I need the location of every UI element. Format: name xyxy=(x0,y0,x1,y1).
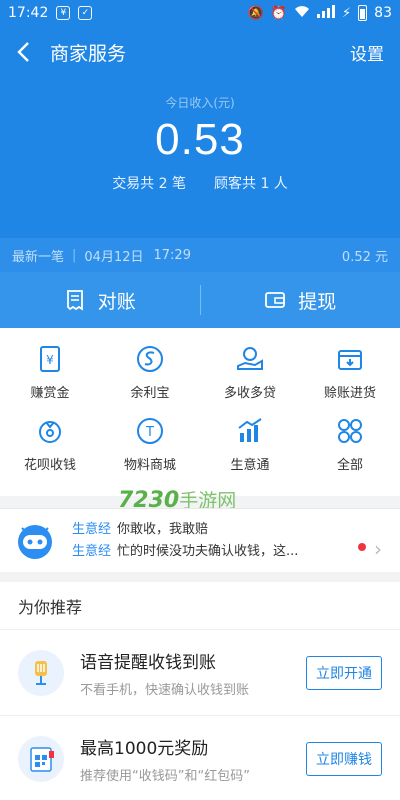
signal-icon xyxy=(317,4,336,22)
recommend-title: 最高1000元奖励 xyxy=(80,739,209,759)
recommend-header: 为你推荐 xyxy=(0,582,400,630)
huabei-icon xyxy=(39,421,61,443)
shield-icon: ¥ xyxy=(56,6,71,20)
customer-count: 顾客共 1 人 xyxy=(214,176,288,192)
service-label: 物料商城 xyxy=(123,458,176,473)
recommend-subtitle: 推荐使用“收钱码”和“红包码” xyxy=(80,769,250,784)
chevron-right-icon: › xyxy=(374,537,382,561)
svg-text:T: T xyxy=(145,425,154,440)
chevron-left-icon xyxy=(17,42,29,62)
service-label: 花呗收钱 xyxy=(23,458,76,473)
all-grid-icon xyxy=(338,419,362,443)
divider: | xyxy=(72,247,77,263)
reconcile-button[interactable]: 对账 xyxy=(0,272,200,328)
earn-now-button[interactable]: 立即赚钱 xyxy=(306,742,382,776)
recommend-item-voice[interactable]: 语音提醒收钱到账 不看手机，快速确认收钱到账 立即开通 xyxy=(0,630,400,716)
loan-icon xyxy=(237,347,263,370)
material-store-icon: T xyxy=(137,418,163,444)
battery-level: 83 xyxy=(374,5,392,21)
svg-text:¥: ¥ xyxy=(46,353,54,367)
service-material-store[interactable]: T 物料商城 xyxy=(100,416,200,488)
withdraw-button[interactable]: 提现 xyxy=(201,272,400,328)
qr-code-icon xyxy=(18,736,64,782)
service-credit-stock[interactable]: 赊账进货 xyxy=(300,344,400,416)
latest-transaction[interactable]: 最新一笔 | 04月12日 17:29 0.52 元 xyxy=(0,238,400,272)
reward-icon: ¥ xyxy=(40,346,60,372)
news-text: 忙的时候没功夫确认收钱，这... xyxy=(117,543,299,559)
latest-date: 04月12日 xyxy=(84,249,144,265)
mute-icon: 🔕 xyxy=(247,5,264,21)
latest-label: 最新一笔 xyxy=(12,249,65,265)
page-title: 商家服务 xyxy=(50,42,127,65)
news-strip[interactable]: 生意经 你敢收，我敢赔 生意经 忙的时候没功夫确认收钱，这... › xyxy=(0,508,400,572)
credit-stock-icon xyxy=(338,350,362,370)
recommend-text: 语音提醒收钱到账 不看手机，快速确认收钱到账 xyxy=(80,648,306,698)
action-bar: 对账 提现 xyxy=(0,272,400,328)
enable-now-button[interactable]: 立即开通 xyxy=(306,655,382,690)
news-tag: 生意经 xyxy=(72,543,112,559)
service-label: 全部 xyxy=(336,458,363,473)
news-item[interactable]: 生意经 忙的时候没功夫确认收钱，这... xyxy=(72,541,298,563)
business-chart-icon xyxy=(238,418,262,442)
service-label: 余利宝 xyxy=(130,386,170,401)
transaction-count: 交易共 2 笔 xyxy=(112,176,186,192)
service-label: 生意通 xyxy=(230,458,270,473)
merchant-header: 商家服务 设置 今日收入(元) 0.53 交易共 2 笔 顾客共 1 人 最新一… xyxy=(0,26,400,328)
news-item[interactable]: 生意经 你敢收，我敢赔 xyxy=(72,519,298,541)
service-huabei[interactable]: 花呗收钱 xyxy=(0,416,100,488)
service-reward[interactable]: ¥ 赚赏金 xyxy=(0,344,100,416)
recommend-item-reward[interactable]: 最高1000元奖励 推荐使用“收钱码”和“红包码” 立即赚钱 xyxy=(0,716,400,800)
income-label: 今日收入(元) xyxy=(165,96,235,110)
news-text: 你敢收，我敢赔 xyxy=(117,521,209,537)
wifi-icon xyxy=(294,5,310,22)
charging-icon: ⚡ xyxy=(342,5,352,21)
alarm-icon: ⏰ xyxy=(270,5,288,21)
service-all[interactable]: 全部 xyxy=(300,416,400,488)
income-stats: 交易共 2 笔 顾客共 1 人 xyxy=(0,173,400,193)
recommend-title: 语音提醒收钱到账 xyxy=(80,652,216,673)
latest-amount: 0.52 元 xyxy=(341,249,388,265)
wallet-icon xyxy=(265,292,286,308)
back-button[interactable] xyxy=(16,40,40,64)
yulibao-icon xyxy=(137,346,163,372)
reconcile-label: 对账 xyxy=(97,290,136,313)
news-lines: 生意经 你敢收，我敢赔 生意经 忙的时候没功夫确认收钱，这... xyxy=(72,519,298,563)
service-label: 赊账进货 xyxy=(323,386,376,401)
unread-dot xyxy=(358,543,366,551)
recommend-subtitle: 不看手机，快速确认收钱到账 xyxy=(80,682,250,698)
receipt-icon xyxy=(66,290,83,311)
services-grid: ¥ 赚赏金 余利宝 多收多贷 赊账进货 花呗收钱 T 物料商城 生意通 全部 xyxy=(0,328,400,496)
battery-icon xyxy=(358,5,368,21)
service-label: 多收多贷 xyxy=(223,386,276,401)
voice-alert-icon xyxy=(18,649,64,696)
nav-bar: 商家服务 设置 xyxy=(0,26,400,78)
service-loan[interactable]: 多收多贷 xyxy=(200,344,300,416)
income-amount: 0.53 xyxy=(155,115,245,164)
robot-mascot-icon xyxy=(18,524,52,559)
status-time: 17:42 xyxy=(8,5,49,21)
service-business[interactable]: 生意通 xyxy=(200,416,300,488)
service-yulibao[interactable]: 余利宝 xyxy=(100,344,200,416)
service-label: 赚赏金 xyxy=(30,386,70,401)
withdraw-label: 提现 xyxy=(298,290,337,313)
status-bar: 17:42 ¥ ✓ 🔕 ⏰ ⚡ 83 xyxy=(0,0,400,26)
news-tag: 生意经 xyxy=(72,521,112,537)
latest-time: 17:29 xyxy=(153,247,191,263)
mail-icon: ✓ xyxy=(78,6,93,20)
recommend-text: 最高1000元奖励 推荐使用“收钱码”和“红包码” xyxy=(80,734,306,784)
settings-button[interactable]: 设置 xyxy=(350,40,384,65)
